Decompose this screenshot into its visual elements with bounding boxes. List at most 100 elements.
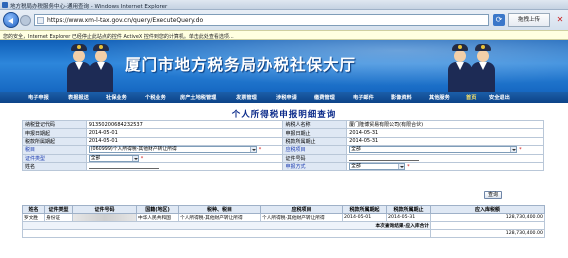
cell-name: 罗文胜 (22, 213, 45, 222)
results-table: 姓名 证件类型 证件号码 国籍(地区) 税种、税目 应税项目 税款所属期起 税款… (22, 205, 545, 238)
taxable-item-cell: 全部 * (346, 145, 544, 155)
query-form: 纳税登记代码 91350200684232537 纳税人名称 厦门隆博贸易有限公… (22, 119, 544, 172)
id-type-cell: 全部 * (85, 153, 284, 163)
nav-item-other[interactable]: 其他服务 (429, 94, 450, 101)
form-row: 申报日期起 2014-05-01 申报日期止 2014-05-31 (22, 128, 544, 138)
filing-method-select[interactable]: 全部 (349, 163, 406, 170)
info-bar-text: 您的安全，Internet Explorer 已经停止此站点的控件 Active… (3, 34, 234, 40)
form-row: 证件类型 全部 * 证件号码 (22, 153, 544, 163)
info-bar[interactable]: 您的安全，Internet Explorer 已经停止此站点的控件 Active… (0, 30, 568, 40)
address-bar: https://www.xm-l-tax.gov.cn/query/Execut… (0, 10, 568, 30)
id-number-cell (346, 153, 544, 163)
site-banner: 厦门市地方税务局办税社保大厅 (0, 40, 568, 92)
filing-date-to-input[interactable]: 2014-05-31 (346, 128, 544, 138)
form-row: 姓名 申报方式 全部 * (22, 161, 544, 172)
filing-date-to-label: 申报日期止 (282, 128, 348, 138)
col-header: 证件号码 (72, 205, 137, 214)
ie-app-icon (2, 2, 8, 8)
tax-period-from-input[interactable]: 2014-05-01 (85, 136, 284, 147)
cell-taxable-item: 个人所得税-其他财产转让所得 (260, 213, 343, 222)
taxable-item-select-value: 全部 (351, 147, 361, 153)
chevron-down-icon (131, 155, 138, 161)
name-cell (85, 161, 284, 172)
taxpayer-name-value: 厦门隆博贸易有限公司(有限合伙) (346, 119, 544, 130)
page-title: 个人所得税申报明细查询 (231, 110, 337, 120)
form-row: 税款所属期起 2014-05-01 税款所属期止 2014-05-31 (22, 136, 544, 147)
col-header: 应税项目 (260, 205, 343, 214)
chevron-down-icon (510, 147, 517, 153)
cell-amount: 128,730,400.00 (430, 213, 545, 222)
col-header: 税款所属期止 (386, 205, 431, 214)
officer-illustration-female (88, 44, 114, 92)
summary-value: 128,730,400.00 (430, 229, 545, 238)
main-nav: 电子申报 表报报送 社保业务 个税业务 房产土地税管理 发票管理 涉税申请 缴费… (0, 92, 568, 103)
page-icon (37, 17, 44, 24)
required-mark: * (519, 147, 522, 154)
tax-item-select[interactable]: (060999)个人所得税-其他财产转让所得 (88, 146, 257, 154)
nav-item-report-submit[interactable]: 表报报送 (68, 94, 89, 101)
nav-item-image-docs[interactable]: 影像资料 (391, 94, 412, 101)
tax-period-from-label: 税款所属期起 (22, 136, 87, 147)
filing-date-from-label: 申报日期起 (22, 128, 87, 138)
nav-item-personal-tax[interactable]: 个税业务 (145, 94, 166, 101)
name-input[interactable] (88, 164, 159, 170)
query-button[interactable]: 查询 (484, 191, 502, 199)
col-header: 应入库税额 (430, 205, 545, 214)
cell-id-number-redacted (72, 213, 137, 222)
summary-row: 本次查询结果-应入库合计 (22, 221, 545, 230)
nav-item-logout[interactable]: 安全退出 (489, 94, 510, 101)
close-icon[interactable]: ✕ (555, 15, 565, 25)
required-mark: * (258, 147, 262, 154)
refresh-icon[interactable]: ⟳ (493, 14, 505, 26)
cell-period-from: 2014-05-01 (342, 213, 387, 222)
tax-item-label: 税目 (22, 145, 87, 155)
nav-item-invoice[interactable]: 发票管理 (236, 94, 257, 101)
form-row: 税目 (060999)个人所得税-其他财产转让所得 * 应税项目 全部 * (22, 145, 544, 155)
nav-item-email[interactable]: 电子邮件 (353, 94, 374, 101)
window-title-bar: 地方税局办税服务中心-通用查询 - Windows Internet Explo… (0, 0, 568, 10)
tax-item-select-value: (060999)个人所得税-其他财产转让所得 (90, 147, 177, 153)
required-mark: * (140, 155, 144, 162)
required-mark: * (407, 164, 410, 171)
tax-item-cell: (060999)个人所得税-其他财产转让所得 * (85, 145, 284, 155)
results-header-row: 姓名 证件类型 证件号码 国籍(地区) 税种、税目 应税项目 税款所属期起 税款… (22, 205, 545, 214)
taxpayer-code-value: 91350200684232537 (85, 119, 284, 130)
chevron-down-icon (398, 164, 405, 170)
col-header: 姓名 (22, 205, 45, 214)
id-number-label: 证件号码 (282, 153, 348, 163)
cell-period-to: 2014-05-31 (386, 213, 431, 222)
filing-method-cell: 全部 * (346, 161, 544, 172)
filing-method-label: 申报方式 (282, 161, 348, 172)
nav-item-tax-apply[interactable]: 涉税申请 (276, 94, 297, 101)
url-input[interactable]: https://www.xm-l-tax.gov.cn/query/Execut… (34, 14, 489, 26)
taxpayer-name-label: 纳税人名称 (282, 119, 348, 130)
id-type-select-value: 全部 (90, 155, 101, 161)
summary-label: 本次查询结果-应入库合计 (22, 221, 431, 230)
tax-period-to-input[interactable]: 2014-05-31 (346, 136, 544, 147)
filing-method-select-value: 全部 (351, 164, 361, 170)
summary-spacer (22, 229, 431, 238)
cell-tax-item: 个人所得税-其他财产转让所得 (178, 213, 261, 222)
nav-item-home[interactable]: 首页 (466, 94, 476, 101)
col-header: 税款所属期起 (342, 205, 387, 214)
id-type-label: 证件类型 (22, 153, 87, 163)
url-text: https://www.xm-l-tax.gov.cn/query/Execut… (47, 17, 204, 24)
officer-illustration-right-2 (470, 44, 496, 92)
nav-item-payment[interactable]: 缴费管理 (314, 94, 335, 101)
taxpayer-code-label: 纳税登记代码 (22, 119, 87, 130)
taxable-item-select[interactable]: 全部 (349, 146, 518, 154)
filing-date-from-input[interactable]: 2014-05-01 (85, 128, 284, 138)
forward-button[interactable] (20, 15, 31, 26)
nav-item-e-filing[interactable]: 电子申报 (28, 94, 49, 101)
col-header: 证件类型 (44, 205, 73, 214)
table-row[interactable]: 罗文胜 身份证 中华人民共和国 个人所得税-其他财产转让所得 个人所得税-其他财… (22, 213, 545, 222)
upload-button[interactable]: 拖拽上传 (508, 13, 550, 27)
tax-period-to-label: 税款所属期止 (282, 136, 348, 147)
id-number-input[interactable] (349, 155, 420, 161)
nav-item-property-tax[interactable]: 房产土地税管理 (180, 94, 216, 101)
id-type-select[interactable]: 全部 (88, 155, 139, 162)
nav-item-social-security[interactable]: 社保业务 (106, 94, 127, 101)
taxable-item-label: 应税项目 (282, 145, 348, 155)
back-button[interactable] (3, 12, 19, 28)
cell-nationality: 中华人民共和国 (136, 213, 179, 222)
